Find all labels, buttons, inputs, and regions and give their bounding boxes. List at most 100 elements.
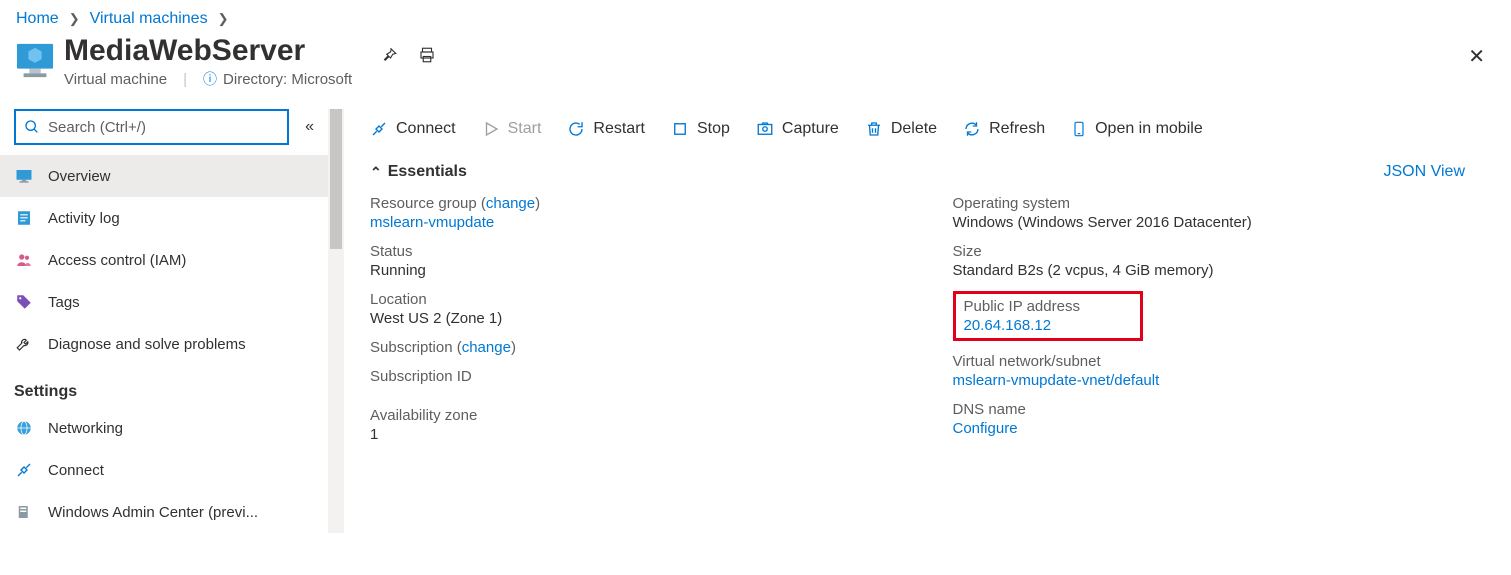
connect-button[interactable]: Connect (370, 120, 456, 138)
chevron-right-icon: ❯ (69, 11, 80, 27)
az-label: Availability zone (370, 407, 913, 424)
monitor-icon (14, 166, 34, 186)
sidebar-item-wac[interactable]: Windows Admin Center (previ... (0, 491, 328, 533)
stop-button[interactable]: Stop (671, 120, 730, 138)
size-label: Size (953, 243, 1496, 260)
restart-button[interactable]: Restart (567, 120, 645, 138)
main-content: Connect Start Restart Stop Capture Delet… (344, 109, 1511, 533)
rg-change-link[interactable]: change (486, 195, 535, 212)
collapse-sidebar-icon[interactable]: « (305, 118, 314, 136)
search-icon (24, 119, 40, 135)
subscription-label: Subscription (change) (370, 339, 913, 356)
dns-label: DNS name (953, 401, 1496, 418)
search-placeholder: Search (Ctrl+/) (48, 119, 146, 136)
plug-icon (14, 460, 34, 480)
status-label: Status (370, 243, 913, 260)
tag-icon (14, 292, 34, 312)
status-value: Running (370, 262, 913, 279)
sidebar-item-overview[interactable]: Overview (0, 155, 328, 197)
play-icon (482, 120, 500, 138)
breadcrumb-home[interactable]: Home (16, 10, 59, 28)
toolbar-label: Capture (782, 120, 839, 138)
sidebar-item-tags[interactable]: Tags (0, 281, 328, 323)
toolbar-label: Open in mobile (1095, 120, 1203, 138)
server-icon (14, 502, 34, 522)
page-title: MediaWebServer (64, 34, 352, 67)
start-button: Start (482, 120, 542, 138)
refresh-icon (963, 120, 981, 138)
toolbar: Connect Start Restart Stop Capture Delet… (370, 109, 1495, 149)
toolbar-label: Restart (593, 120, 645, 138)
rg-value[interactable]: mslearn-vmupdate (370, 214, 494, 231)
sub-change-link[interactable]: change (462, 339, 511, 356)
sidebar-item-label: Activity log (48, 210, 120, 227)
restart-icon (567, 120, 585, 138)
vnet-value[interactable]: mslearn-vmupdate-vnet/default (953, 372, 1160, 389)
info-icon: ⓘ (203, 69, 217, 89)
close-icon[interactable]: ✕ (1468, 44, 1485, 69)
scrollbar[interactable] (328, 109, 344, 533)
page-header: MediaWebServer Virtual machine | ⓘ Direc… (0, 28, 1511, 93)
vm-monitor-icon (16, 40, 54, 82)
trash-icon (865, 120, 883, 138)
search-input[interactable]: Search (Ctrl+/) (14, 109, 289, 145)
sidebar-item-iam[interactable]: Access control (IAM) (0, 239, 328, 281)
sidebar-item-label: Windows Admin Center (previ... (48, 504, 258, 521)
capture-button[interactable]: Capture (756, 120, 839, 138)
wrench-icon (14, 334, 34, 354)
log-icon (14, 208, 34, 228)
toolbar-label: Connect (396, 120, 456, 138)
directory-label: Directory: Microsoft (223, 71, 352, 88)
location-value: West US 2 (Zone 1) (370, 310, 913, 327)
essentials-heading: Essentials (388, 163, 467, 181)
sidebar-item-label: Diagnose and solve problems (48, 336, 246, 353)
plug-icon (370, 120, 388, 138)
globe-icon (14, 418, 34, 438)
sidebar-item-networking[interactable]: Networking (0, 407, 328, 449)
sidebar-item-connect[interactable]: Connect (0, 449, 328, 491)
essentials-col-left: Resource group (change) mslearn-vmupdate… (370, 195, 913, 455)
chevron-up-icon: ⌃ (370, 164, 382, 181)
refresh-button[interactable]: Refresh (963, 120, 1045, 138)
stop-icon (671, 120, 689, 138)
people-icon (14, 250, 34, 270)
sidebar-group-settings: Settings (0, 365, 328, 407)
rg-label: Resource group (change) (370, 195, 913, 212)
toolbar-label: Refresh (989, 120, 1045, 138)
toolbar-label: Delete (891, 120, 937, 138)
scrollbar-thumb[interactable] (330, 109, 342, 249)
pin-icon[interactable] (380, 46, 398, 69)
location-label: Location (370, 291, 913, 308)
pip-label: Public IP address (964, 298, 1132, 315)
vnet-label: Virtual network/subnet (953, 353, 1496, 370)
mobile-icon (1071, 120, 1087, 138)
size-value: Standard B2s (2 vcpus, 4 GiB memory) (953, 262, 1496, 279)
os-label: Operating system (953, 195, 1496, 212)
json-view-link[interactable]: JSON View (1383, 163, 1465, 181)
divider: | (183, 71, 187, 88)
os-value: Windows (Windows Server 2016 Datacenter) (953, 214, 1496, 231)
resource-type: Virtual machine (64, 71, 167, 88)
toolbar-label: Stop (697, 120, 730, 138)
sidebar: Search (Ctrl+/) « Overview Activity log … (0, 109, 344, 533)
chevron-right-icon: ❯ (218, 11, 229, 27)
print-icon[interactable] (418, 46, 436, 69)
delete-button[interactable]: Delete (865, 120, 937, 138)
az-value: 1 (370, 426, 913, 443)
toolbar-label: Start (508, 120, 542, 138)
sidebar-item-label: Connect (48, 462, 104, 479)
pip-value[interactable]: 20.64.168.12 (964, 317, 1052, 334)
capture-icon (756, 120, 774, 138)
essentials-toggle[interactable]: ⌃ Essentials (370, 163, 467, 181)
dns-value[interactable]: Configure (953, 420, 1018, 437)
essentials-col-right: Operating system Windows (Windows Server… (953, 195, 1496, 455)
sidebar-item-label: Networking (48, 420, 123, 437)
mobile-button[interactable]: Open in mobile (1071, 120, 1203, 138)
sidebar-item-label: Tags (48, 294, 80, 311)
subscription-id-label: Subscription ID (370, 368, 913, 385)
sidebar-item-diagnose[interactable]: Diagnose and solve problems (0, 323, 328, 365)
breadcrumb-vms[interactable]: Virtual machines (90, 10, 208, 28)
breadcrumb: Home ❯ Virtual machines ❯ (0, 0, 1511, 28)
sidebar-item-activity[interactable]: Activity log (0, 197, 328, 239)
sidebar-item-label: Access control (IAM) (48, 252, 186, 269)
